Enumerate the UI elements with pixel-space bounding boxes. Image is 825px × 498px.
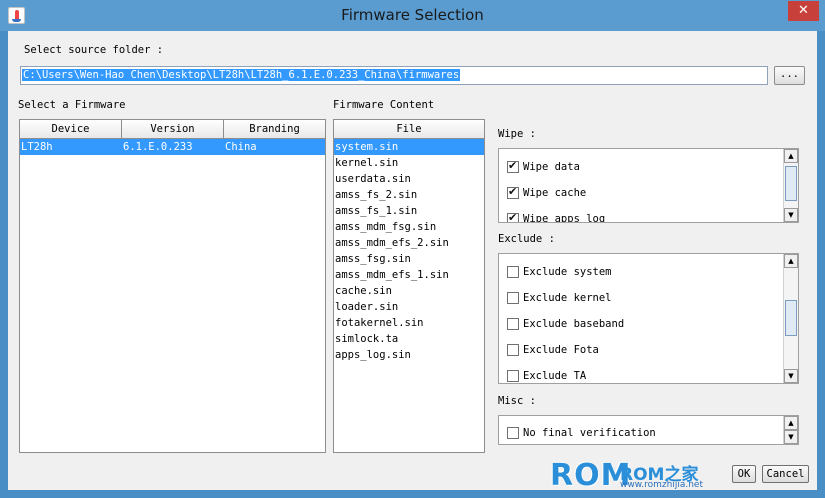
title-bar[interactable]: Firmware Selection ✕ bbox=[0, 0, 825, 31]
scroll-up-icon[interactable]: ▲ bbox=[784, 254, 798, 268]
exclude-fota-option[interactable]: Exclude Fota bbox=[507, 342, 599, 358]
exclude-baseband-option[interactable]: Exclude baseband bbox=[507, 316, 624, 332]
list-item[interactable]: amss_mdm_efs_1.sin bbox=[334, 267, 484, 283]
column-file[interactable]: File bbox=[334, 120, 484, 139]
list-item[interactable]: amss_mdm_fsg.sin bbox=[334, 219, 484, 235]
table-row[interactable]: LT28h 6.1.E.0.233 China bbox=[20, 139, 325, 155]
browse-button[interactable]: ... bbox=[774, 66, 805, 85]
exclude-fota-checkbox[interactable] bbox=[507, 344, 519, 356]
exclude-kernel-label: Exclude kernel bbox=[523, 292, 612, 304]
row-version: 6.1.E.0.233 bbox=[123, 141, 193, 153]
firmware-table[interactable]: Device Version Branding LT28h 6.1.E.0.23… bbox=[19, 119, 326, 453]
column-version[interactable]: Version bbox=[122, 120, 224, 139]
scroll-up-icon[interactable]: ▲ bbox=[784, 416, 798, 430]
list-item[interactable]: system.sin bbox=[334, 139, 484, 155]
scroll-thumb[interactable] bbox=[785, 166, 797, 201]
wipe-label: Wipe : bbox=[498, 128, 536, 140]
misc-scrollbar[interactable]: ▲ ▼ bbox=[783, 416, 798, 444]
list-item[interactable]: simlock.ta bbox=[334, 331, 484, 347]
exclude-fota-label: Exclude Fota bbox=[523, 344, 599, 356]
select-firmware-label: Select a Firmware bbox=[18, 99, 126, 111]
dialog-body: Select source folder : C:\Users\Wen-Hao … bbox=[8, 31, 817, 490]
row-device: LT28h bbox=[21, 141, 53, 153]
exclude-scrollbar[interactable]: ▲ ▼ bbox=[783, 254, 798, 383]
cancel-button[interactable]: Cancel bbox=[762, 465, 809, 483]
exclude-kernel-checkbox[interactable] bbox=[507, 292, 519, 304]
wipe-apps-log-label: Wipe apps log bbox=[523, 213, 606, 223]
wipe-cache-label: Wipe cache bbox=[523, 187, 587, 199]
exclude-baseband-label: Exclude baseband bbox=[523, 318, 625, 330]
file-list[interactable]: File system.sin kernel.sin userdata.sin … bbox=[333, 119, 485, 453]
list-item[interactable]: kernel.sin bbox=[334, 155, 484, 171]
list-item[interactable]: fotakernel.sin bbox=[334, 315, 484, 331]
list-item[interactable]: cache.sin bbox=[334, 283, 484, 299]
scroll-down-icon[interactable]: ▼ bbox=[784, 208, 798, 222]
wipe-data-option[interactable]: Wipe data bbox=[507, 159, 580, 175]
list-item[interactable]: amss_fs_2.sin bbox=[334, 187, 484, 203]
list-item[interactable]: loader.sin bbox=[334, 299, 484, 315]
ok-button[interactable]: OK bbox=[732, 465, 756, 483]
firmware-content-label: Firmware Content bbox=[333, 99, 435, 111]
watermark-logo: ROM ROM之家 www.romzhijia.net bbox=[550, 458, 720, 494]
list-item[interactable]: amss_fsg.sin bbox=[334, 251, 484, 267]
no-final-verification-label: No final verification bbox=[523, 427, 656, 439]
misc-options-box: No final verification ▲ ▼ bbox=[498, 415, 799, 445]
wipe-data-checkbox[interactable] bbox=[507, 159, 519, 173]
exclude-options-box: Exclude system Exclude kernel Exclude ba… bbox=[498, 253, 799, 384]
list-item[interactable]: amss_mdm_efs_2.sin bbox=[334, 235, 484, 251]
source-folder-path: C:\Users\Wen-Hao Chen\Desktop\LT28h\LT28… bbox=[22, 69, 461, 81]
list-item[interactable]: userdata.sin bbox=[334, 171, 484, 187]
exclude-kernel-option[interactable]: Exclude kernel bbox=[507, 290, 612, 306]
misc-label: Misc : bbox=[498, 395, 536, 407]
firmware-table-header: Device Version Branding bbox=[20, 120, 325, 139]
source-folder-label: Select source folder : bbox=[24, 44, 164, 56]
window-title: Firmware Selection bbox=[341, 6, 484, 24]
exclude-ta-label: Exclude TA bbox=[523, 370, 587, 382]
scroll-thumb[interactable] bbox=[785, 300, 797, 336]
file-list-header: File bbox=[334, 120, 484, 139]
column-device[interactable]: Device bbox=[20, 120, 122, 139]
exclude-system-label: Exclude system bbox=[523, 266, 612, 278]
scroll-down-icon[interactable]: ▼ bbox=[784, 430, 798, 444]
source-folder-input[interactable]: C:\Users\Wen-Hao Chen\Desktop\LT28h\LT28… bbox=[20, 66, 768, 85]
list-item[interactable]: amss_fs_1.sin bbox=[334, 203, 484, 219]
column-branding[interactable]: Branding bbox=[224, 120, 325, 139]
watermark-url: www.romzhijia.net bbox=[620, 480, 703, 490]
row-branding: China bbox=[225, 141, 257, 153]
scroll-down-icon[interactable]: ▼ bbox=[784, 369, 798, 383]
no-final-verification-option[interactable]: No final verification bbox=[507, 425, 656, 441]
wipe-cache-option[interactable]: Wipe cache bbox=[507, 185, 586, 201]
wipe-scrollbar[interactable]: ▲ ▼ bbox=[783, 149, 798, 222]
wipe-data-label: Wipe data bbox=[523, 161, 580, 173]
exclude-label: Exclude : bbox=[498, 233, 555, 245]
exclude-baseband-checkbox[interactable] bbox=[507, 318, 519, 330]
exclude-ta-checkbox[interactable] bbox=[507, 370, 519, 382]
exclude-ta-option[interactable]: Exclude TA bbox=[507, 368, 587, 383]
scroll-up-icon[interactable]: ▲ bbox=[784, 149, 798, 163]
list-item[interactable]: apps_log.sin bbox=[334, 347, 484, 363]
exclude-system-checkbox[interactable] bbox=[507, 266, 519, 278]
no-final-verification-checkbox[interactable] bbox=[507, 427, 519, 439]
wipe-apps-log-checkbox[interactable] bbox=[507, 211, 519, 222]
exclude-system-option[interactable]: Exclude system bbox=[507, 264, 612, 280]
wipe-apps-log-option[interactable]: Wipe apps log bbox=[507, 211, 606, 223]
file-items: system.sin kernel.sin userdata.sin amss_… bbox=[334, 139, 484, 363]
wipe-cache-checkbox[interactable] bbox=[507, 185, 519, 199]
close-button[interactable]: ✕ bbox=[788, 1, 819, 21]
wipe-options-box: Wipe data Wipe cache Wipe apps log ▲ ▼ bbox=[498, 148, 799, 223]
